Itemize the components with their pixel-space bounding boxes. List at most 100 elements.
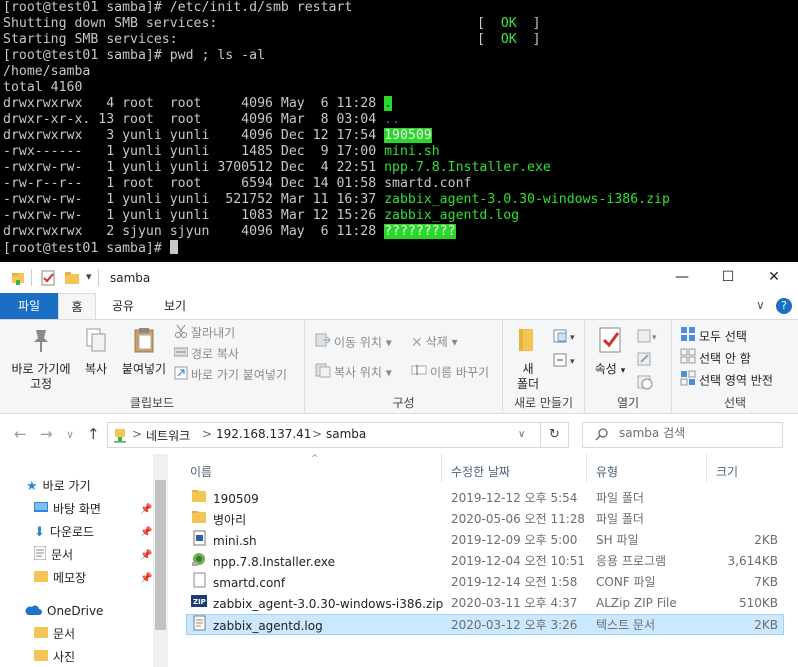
close-button[interactable]: ✕	[751, 262, 797, 293]
nav-notepad[interactable]: 메모장	[34, 567, 86, 589]
installer-icon	[191, 551, 207, 574]
cut-button[interactable]: 잘라내기	[174, 323, 235, 343]
pin-icon: 📌	[140, 550, 153, 561]
rename-button[interactable]: 이름 바꾸기	[411, 362, 489, 382]
organize-group-label: 구성	[392, 396, 415, 410]
scrollbar-thumb[interactable]	[155, 480, 166, 630]
new-item-icon[interactable]: ▾	[553, 328, 581, 349]
file-date: 2019-12-12 오후 5:54	[451, 491, 578, 505]
nav-desktop[interactable]: 바탕 화면	[34, 498, 101, 520]
file-row[interactable]: smartd.conf 2019-12-14 오전 1:58 CONF 파일 7…	[186, 572, 784, 593]
nav-onedrive-pictures[interactable]: 사진	[34, 646, 75, 667]
tab-home[interactable]: 홈	[58, 293, 96, 320]
qat-dropdown-icon[interactable]: ▾	[86, 270, 92, 283]
file-size: 2KB	[754, 618, 778, 632]
column-type[interactable]: 유형	[596, 463, 618, 479]
nav-onedrive-documents[interactable]: 문서	[34, 623, 75, 645]
nav-scrollbar[interactable]	[153, 454, 168, 667]
nav-onedrive[interactable]: OneDrive	[24, 600, 103, 622]
file-date: 2019-12-14 오전 1:58	[451, 575, 578, 589]
file-row[interactable]: 190509 2019-12-12 오후 5:54 파일 폴더	[186, 488, 784, 509]
terminal-line: Starting SMB services:	[3, 32, 178, 47]
explorer-app-icon	[10, 270, 26, 289]
open-icon[interactable]: ▾	[637, 328, 661, 347]
paste-shortcut-button[interactable]: 바로 가기 붙여넣기	[174, 365, 287, 385]
clipboard-group: 바로 가기에 고정 복사 붙여넣기 잘라내기 경로 복사 바로 가기 붙여넣기 …	[0, 320, 305, 414]
search-input[interactable]	[619, 426, 769, 440]
minimize-button[interactable]: —	[659, 262, 705, 293]
file-date: 2020-05-06 오전 11:28	[451, 512, 586, 526]
column-size[interactable]: 크기	[716, 463, 738, 479]
select-none-button[interactable]: 선택 안 함	[680, 348, 751, 368]
address-row: ← → ∨ ↑ > 네트워크 > 192.168.137.41 > samba …	[0, 414, 798, 454]
breadcrumb-host[interactable]: 192.168.137.41	[216, 427, 311, 441]
invert-selection-button[interactable]: 선택 영역 반전	[680, 370, 773, 390]
file-date: 2019-12-04 오전 10:51	[451, 554, 586, 568]
terminal-window[interactable]: [root@test01 samba]# /etc/init.d/smb res…	[0, 0, 798, 262]
tab-share[interactable]: 공유	[100, 293, 146, 319]
file-row-selected[interactable]: zabbix_agentd.log 2020-03-12 오후 3:26 텍스트…	[186, 614, 784, 635]
column-name[interactable]: 이름	[190, 463, 212, 479]
select-group-label: 선택	[723, 396, 747, 410]
search-box[interactable]	[582, 422, 783, 448]
listing-row: -rwxrw-rw- 1 yunli yunli 521752 Mar 11 1…	[3, 192, 670, 207]
pin-icon: 📌	[140, 504, 153, 515]
file-row[interactable]: npp.7.8.Installer.exe 2019-12-04 오전 10:5…	[186, 551, 784, 572]
pin-to-quick-access-button[interactable]: 바로 가기에 고정	[4, 326, 78, 392]
copy-to-button[interactable]: 복사 위치 ▾	[315, 362, 392, 382]
paste-button[interactable]: 붙여넣기	[117, 326, 171, 377]
address-bar[interactable]: > 네트워크 > 192.168.137.41 > samba ∨ ↻	[107, 422, 569, 448]
copy-path-button[interactable]: 경로 복사	[173, 344, 239, 364]
new-folder-qat-icon[interactable]	[64, 270, 80, 289]
help-icon[interactable]: ?	[776, 298, 792, 314]
breadcrumb-samba[interactable]: samba	[326, 427, 366, 441]
pin-icon: 📌	[140, 573, 153, 584]
new-folder-button[interactable]: 새 폴더	[507, 326, 549, 392]
breadcrumb-network[interactable]: 네트워크	[146, 427, 190, 444]
file-type: CONF 파일	[596, 575, 656, 589]
file-type: SH 파일	[596, 533, 639, 547]
tab-file[interactable]: 파일	[0, 293, 58, 319]
ribbon-collapse-icon[interactable]: ∨	[756, 298, 765, 312]
terminal-prompt[interactable]: [root@test01 samba]#	[3, 240, 178, 256]
column-divider[interactable]	[586, 454, 587, 482]
move-to-button[interactable]: 이동 위치 ▾	[315, 332, 392, 352]
log-file-icon	[191, 615, 207, 638]
new-group: 새 폴더 ▾ ▾ 새로 만들기	[503, 320, 585, 414]
file-row[interactable]: ZIP zabbix_agent-3.0.30-windows-i386.zip …	[186, 593, 784, 614]
easy-access-icon[interactable]: ▾	[553, 352, 581, 373]
nav-documents[interactable]: 문서	[33, 544, 73, 566]
file-explorer-window: ▾ samba — ☐ ✕ 파일 홈 공유 보기 ∨ ? 바로 가기에 고정 복…	[0, 262, 798, 667]
file-name: smartd.conf	[213, 576, 286, 590]
maximize-button[interactable]: ☐	[705, 262, 751, 293]
column-divider[interactable]	[441, 454, 442, 482]
network-icon	[112, 427, 128, 446]
listing-row: drwxrwxrwx 2 sjyun sjyun 4096 May 6 11:2…	[3, 224, 456, 239]
column-divider[interactable]	[706, 454, 707, 482]
forward-button[interactable]: →	[40, 425, 53, 443]
file-type: 텍스트 문서	[596, 618, 656, 632]
svg-text:▾: ▾	[652, 333, 657, 343]
file-row[interactable]: mini.sh 2019-12-09 오후 5:00 SH 파일 2KB	[186, 530, 784, 551]
column-date-modified[interactable]: 수정한 날짜	[451, 463, 510, 479]
select-all-icon	[680, 326, 696, 348]
copy-button[interactable]: 복사	[80, 326, 112, 377]
history-icon[interactable]	[637, 374, 653, 393]
nav-downloads[interactable]: ⬇ 다운로드	[34, 521, 94, 543]
edit-icon[interactable]	[637, 351, 653, 370]
listing-row: -rw-r--r-- 1 root root 6594 Dec 14 01:58…	[3, 176, 472, 191]
nav-quick-access[interactable]: ★ 바로 가기	[26, 475, 91, 497]
delete-button[interactable]: ✕ 삭제 ▾	[411, 332, 458, 352]
file-date: 2019-12-09 오후 5:00	[451, 533, 578, 547]
breadcrumb-separator: >	[312, 427, 323, 441]
properties-button[interactable]: 속성 ▾	[591, 326, 629, 379]
file-row[interactable]: 병아리 2020-05-06 오전 11:28 파일 폴더	[186, 509, 784, 530]
address-dropdown-icon[interactable]: ∨	[518, 429, 525, 440]
back-button[interactable]: ←	[14, 425, 27, 443]
recent-locations-button[interactable]: ∨	[66, 428, 74, 441]
refresh-button[interactable]: ↻	[540, 423, 568, 447]
select-all-button[interactable]: 모두 선택	[680, 326, 747, 346]
up-button[interactable]: ↑	[87, 425, 100, 443]
properties-qat-icon[interactable]	[40, 270, 56, 289]
tab-view[interactable]: 보기	[152, 293, 198, 319]
